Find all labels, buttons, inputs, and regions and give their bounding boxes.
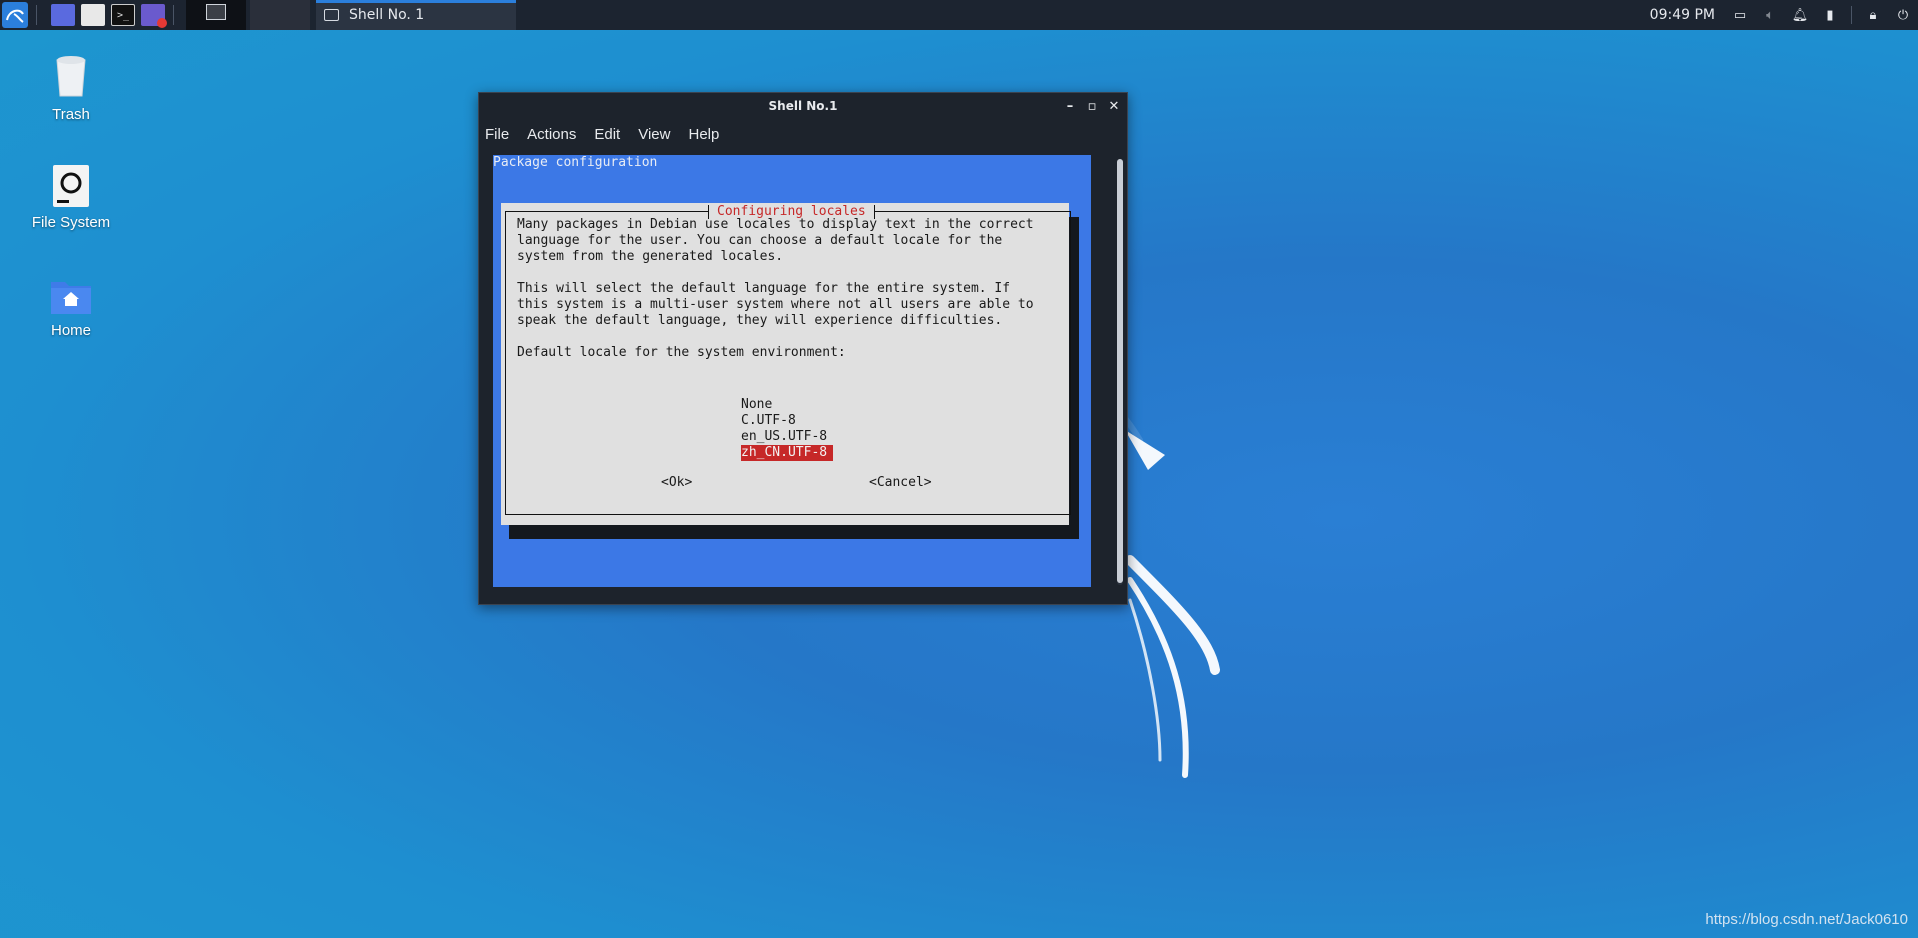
workspace-window-thumbnail — [206, 4, 226, 20]
watermark: https://blog.csdn.net/Jack0610 — [1705, 911, 1908, 928]
minimize-icon[interactable]: – — [1061, 97, 1079, 115]
file-manager-icon[interactable] — [81, 4, 105, 26]
trash-icon — [56, 56, 86, 97]
launcher-area: >_ Shell No. 1 — [0, 0, 516, 30]
home-folder-icon — [51, 282, 91, 314]
workspace-icon[interactable] — [51, 4, 75, 26]
display-icon[interactable]: ▭ — [1731, 6, 1749, 24]
battery-icon[interactable]: ▮ — [1821, 6, 1839, 24]
panel-separator — [1851, 6, 1852, 24]
menu-actions[interactable]: Actions — [527, 126, 576, 143]
desktop-icon-label: Trash — [52, 106, 90, 123]
menubar: File Actions Edit View Help — [479, 119, 1127, 149]
clock[interactable]: 09:49 PM — [1650, 7, 1715, 23]
panel-separator — [173, 5, 174, 25]
ok-button[interactable]: <Ok> — [661, 475, 692, 490]
desktop-icon-trash[interactable]: Trash — [16, 52, 126, 123]
terminal-area[interactable]: Package configuration Configuring locale… — [493, 155, 1091, 587]
task-title: Shell No. 1 — [349, 7, 425, 23]
locale-option-c-utf8[interactable]: C.UTF-8 — [741, 413, 833, 429]
dialog-description: Many packages in Debian use locales to d… — [517, 217, 1034, 361]
menu-help[interactable]: Help — [688, 126, 719, 143]
locale-option-en-us-utf8[interactable]: en_US.UTF-8 — [741, 429, 833, 445]
terminal-icon[interactable]: >_ — [111, 4, 135, 26]
desktop-icon-label: File System — [31, 214, 111, 231]
logout-icon[interactable]: ⏻ — [1894, 6, 1912, 24]
locale-options-list: None C.UTF-8 en_US.UTF-8 zh_CN.UTF-8 — [741, 397, 834, 461]
workspace-2[interactable] — [250, 0, 310, 30]
dialog-prompt: Default locale for the system environmen… — [517, 345, 846, 360]
system-tray: 09:49 PM ▭ 🔈︎ 🔔︎ ▮ 🔒︎ ⏻ — [1650, 0, 1918, 30]
menu-view[interactable]: View — [638, 126, 670, 143]
terminal-scrollbar[interactable] — [1117, 159, 1123, 585]
dialog-paragraph-2: This will select the default language fo… — [517, 281, 1034, 328]
top-panel: >_ Shell No. 1 09:49 PM ▭ 🔈︎ 🔔︎ ▮ 🔒︎ ⏻ — [0, 0, 1918, 30]
cancel-button[interactable]: <Cancel> — [869, 475, 932, 490]
screen-recorder-icon[interactable] — [141, 4, 167, 28]
lock-icon[interactable]: 🔒︎ — [1864, 6, 1882, 24]
terminal-window-icon — [324, 9, 339, 21]
notification-bell-icon[interactable]: 🔔︎ — [1791, 6, 1809, 24]
desktop-icon-label: Home — [50, 322, 91, 339]
locale-dialog: Configuring locales Many packages in Deb… — [501, 203, 1071, 525]
volume-icon[interactable]: 🔈︎ — [1761, 6, 1779, 24]
desktop-icon-home[interactable]: Home — [16, 276, 126, 339]
desktop-icon-file-system[interactable]: File System — [16, 164, 126, 231]
locale-option-zh-cn-utf8[interactable]: zh_CN.UTF-8 — [741, 445, 834, 461]
menu-file[interactable]: File — [485, 126, 509, 143]
menu-edit[interactable]: Edit — [594, 126, 620, 143]
taskbar-task-shell[interactable]: Shell No. 1 — [316, 0, 516, 30]
maximize-icon[interactable]: ▫ — [1083, 97, 1101, 115]
terminal-window[interactable]: Shell No.1 – ▫ ✕ File Actions Edit View … — [478, 92, 1128, 605]
window-titlebar[interactable]: Shell No.1 – ▫ ✕ — [479, 93, 1127, 119]
dialog-paragraph-1: Many packages in Debian use locales to d… — [517, 217, 1034, 264]
window-title: Shell No.1 — [768, 99, 838, 113]
package-config-header: Package configuration — [493, 155, 658, 170]
panel-separator — [36, 5, 37, 25]
kali-menu-icon[interactable] — [2, 2, 28, 28]
workspace-1[interactable] — [186, 0, 246, 30]
locale-option-none[interactable]: None — [741, 397, 833, 413]
drive-icon — [53, 165, 89, 207]
scrollbar-thumb[interactable] — [1117, 159, 1123, 583]
close-icon[interactable]: ✕ — [1105, 97, 1123, 115]
